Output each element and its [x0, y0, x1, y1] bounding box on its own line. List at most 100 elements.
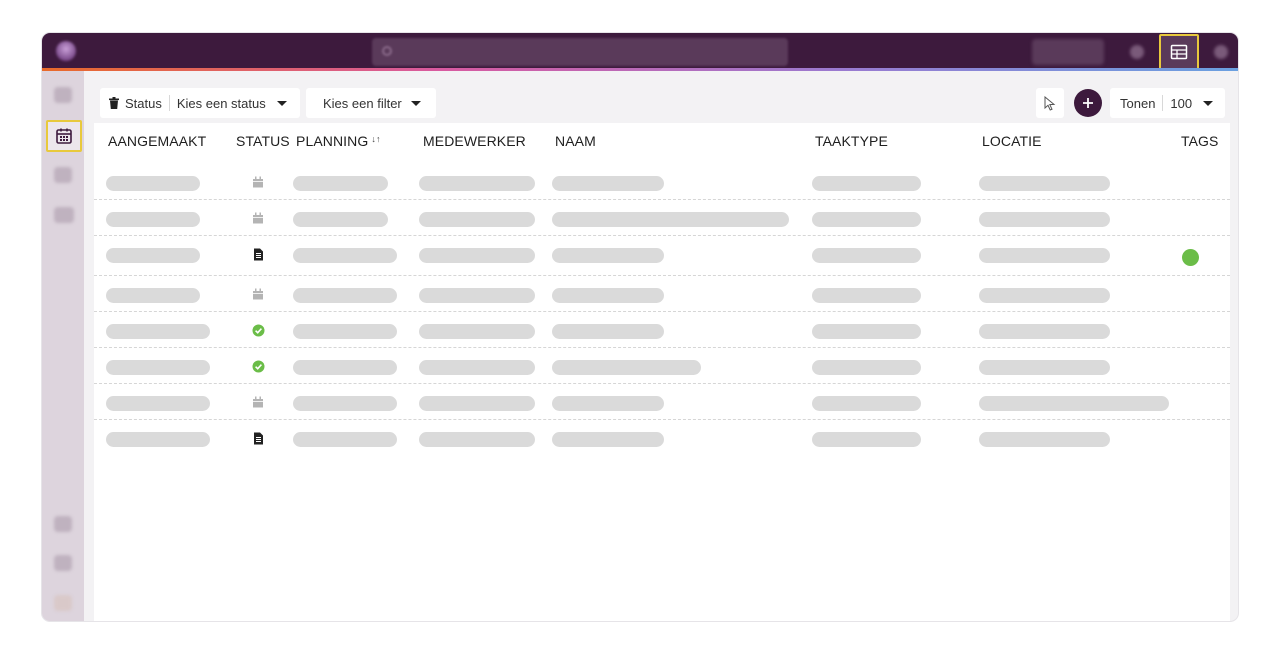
- placeholder-cell: [106, 324, 210, 339]
- filter-toolbar: Status Kies een status Kies een filter T…: [94, 80, 1230, 123]
- placeholder-cell: [293, 324, 397, 339]
- col-aangemaakt[interactable]: AANGEMAAKT: [108, 133, 206, 149]
- col-status[interactable]: STATUS: [236, 133, 290, 149]
- col-medewerker[interactable]: MEDEWERKER: [423, 133, 526, 149]
- placeholder-cell: [293, 176, 388, 191]
- placeholder-cell: [419, 324, 535, 339]
- calendar-icon: [251, 211, 265, 225]
- app-window: Status Kies een status Kies een filter T…: [42, 33, 1238, 621]
- placeholder-cell: [106, 288, 200, 303]
- new-button[interactable]: [1032, 39, 1104, 65]
- cursor-icon: [1044, 95, 1056, 111]
- sidebar-item-planning[interactable]: [46, 120, 82, 152]
- placeholder-cell: [293, 360, 397, 375]
- top-bar: [42, 33, 1238, 71]
- placeholder-cell: [812, 324, 921, 339]
- col-tags[interactable]: TAGS: [1181, 133, 1218, 149]
- placeholder-cell: [106, 360, 210, 375]
- placeholder-cell: [552, 176, 664, 191]
- filter-select[interactable]: Kies een filter: [306, 88, 436, 118]
- table-view-button[interactable]: [1159, 34, 1199, 70]
- select-mode-button[interactable]: [1036, 88, 1064, 118]
- col-taaktype[interactable]: TAAKTYPE: [815, 133, 888, 149]
- accent-stripe: [42, 68, 1238, 71]
- sidebar-home-icon[interactable]: [54, 87, 72, 103]
- placeholder-cell: [979, 176, 1110, 191]
- placeholder-cell: [552, 248, 664, 263]
- col-locatie[interactable]: LOCATIE: [982, 133, 1042, 149]
- placeholder-cell: [419, 212, 535, 227]
- sidebar-list-icon[interactable]: [54, 207, 74, 223]
- placeholder-cell: [106, 176, 200, 191]
- show-label: Tonen: [1120, 95, 1156, 111]
- calendar-icon: [251, 287, 265, 301]
- table-row[interactable]: [94, 164, 1230, 200]
- sidebar-collapse-icon[interactable]: [54, 595, 72, 611]
- status-filter[interactable]: Status Kies een status: [100, 88, 300, 118]
- placeholder-cell: [979, 248, 1110, 263]
- status-select[interactable]: Kies een status: [177, 96, 266, 111]
- calendar-icon: [251, 175, 265, 189]
- calendar-icon: [251, 395, 265, 409]
- divider: [168, 95, 170, 111]
- placeholder-cell: [293, 248, 397, 263]
- placeholder-cell: [552, 396, 664, 411]
- placeholder-cell: [552, 324, 664, 339]
- chevron-down-icon: [1203, 100, 1214, 106]
- check-circle-icon: [251, 323, 265, 337]
- placeholder-cell: [419, 360, 535, 375]
- col-naam[interactable]: NAAM: [555, 133, 596, 149]
- placeholder-cell: [812, 396, 921, 411]
- chevron-down-icon: [410, 100, 421, 106]
- divider: [1162, 95, 1164, 111]
- placeholder-cell: [552, 288, 664, 303]
- placeholder-cell: [552, 360, 701, 375]
- placeholder-cell: [812, 212, 921, 227]
- placeholder-cell: [293, 432, 397, 447]
- placeholder-cell: [812, 248, 921, 263]
- document-icon: [251, 431, 265, 445]
- status-label: Status: [125, 95, 162, 111]
- main-content: Status Kies een status Kies een filter T…: [94, 80, 1230, 621]
- table-row[interactable]: [94, 276, 1230, 312]
- add-button[interactable]: [1074, 89, 1102, 117]
- placeholder-cell: [979, 396, 1169, 411]
- placeholder-cell: [812, 176, 921, 191]
- plus-icon: [1083, 98, 1093, 108]
- placeholder-cell: [419, 288, 535, 303]
- filter-select-label: Kies een filter: [323, 95, 402, 111]
- table-row[interactable]: [94, 312, 1230, 348]
- placeholder-cell: [293, 396, 397, 411]
- sidebar-user-icon[interactable]: [54, 516, 72, 532]
- table-row[interactable]: [94, 420, 1230, 456]
- placeholder-cell: [419, 248, 535, 263]
- placeholder-cell: [979, 288, 1110, 303]
- app-logo[interactable]: [56, 41, 76, 61]
- trash-icon[interactable]: [109, 97, 119, 109]
- help-icon[interactable]: [1214, 45, 1228, 59]
- table-header: AANGEMAAKT STATUS PLANNING ↓↑ MEDEWERKER …: [94, 123, 1230, 163]
- table-row[interactable]: [94, 236, 1230, 276]
- placeholder-cell: [419, 176, 535, 191]
- sort-icon[interactable]: ↓↑: [371, 134, 380, 144]
- placeholder-cell: [979, 212, 1110, 227]
- page-size-value[interactable]: 100: [1170, 96, 1192, 111]
- placeholder-cell: [812, 288, 921, 303]
- settings-icon[interactable]: [1130, 45, 1144, 59]
- placeholder-cell: [979, 360, 1110, 375]
- tag-dot[interactable]: [1182, 249, 1199, 266]
- table-row[interactable]: [94, 348, 1230, 384]
- placeholder-cell: [812, 432, 921, 447]
- placeholder-cell: [106, 396, 210, 411]
- placeholder-cell: [979, 324, 1110, 339]
- table-row[interactable]: [94, 384, 1230, 420]
- global-search[interactable]: [372, 38, 788, 66]
- page-size-select[interactable]: Tonen 100: [1110, 88, 1225, 118]
- document-icon: [251, 247, 265, 261]
- col-planning[interactable]: PLANNING ↓↑: [296, 133, 381, 149]
- sidebar: [42, 71, 84, 621]
- sidebar-location-icon[interactable]: [54, 167, 72, 183]
- table-row[interactable]: [94, 200, 1230, 236]
- sidebar-settings-icon[interactable]: [54, 555, 72, 571]
- placeholder-cell: [419, 432, 535, 447]
